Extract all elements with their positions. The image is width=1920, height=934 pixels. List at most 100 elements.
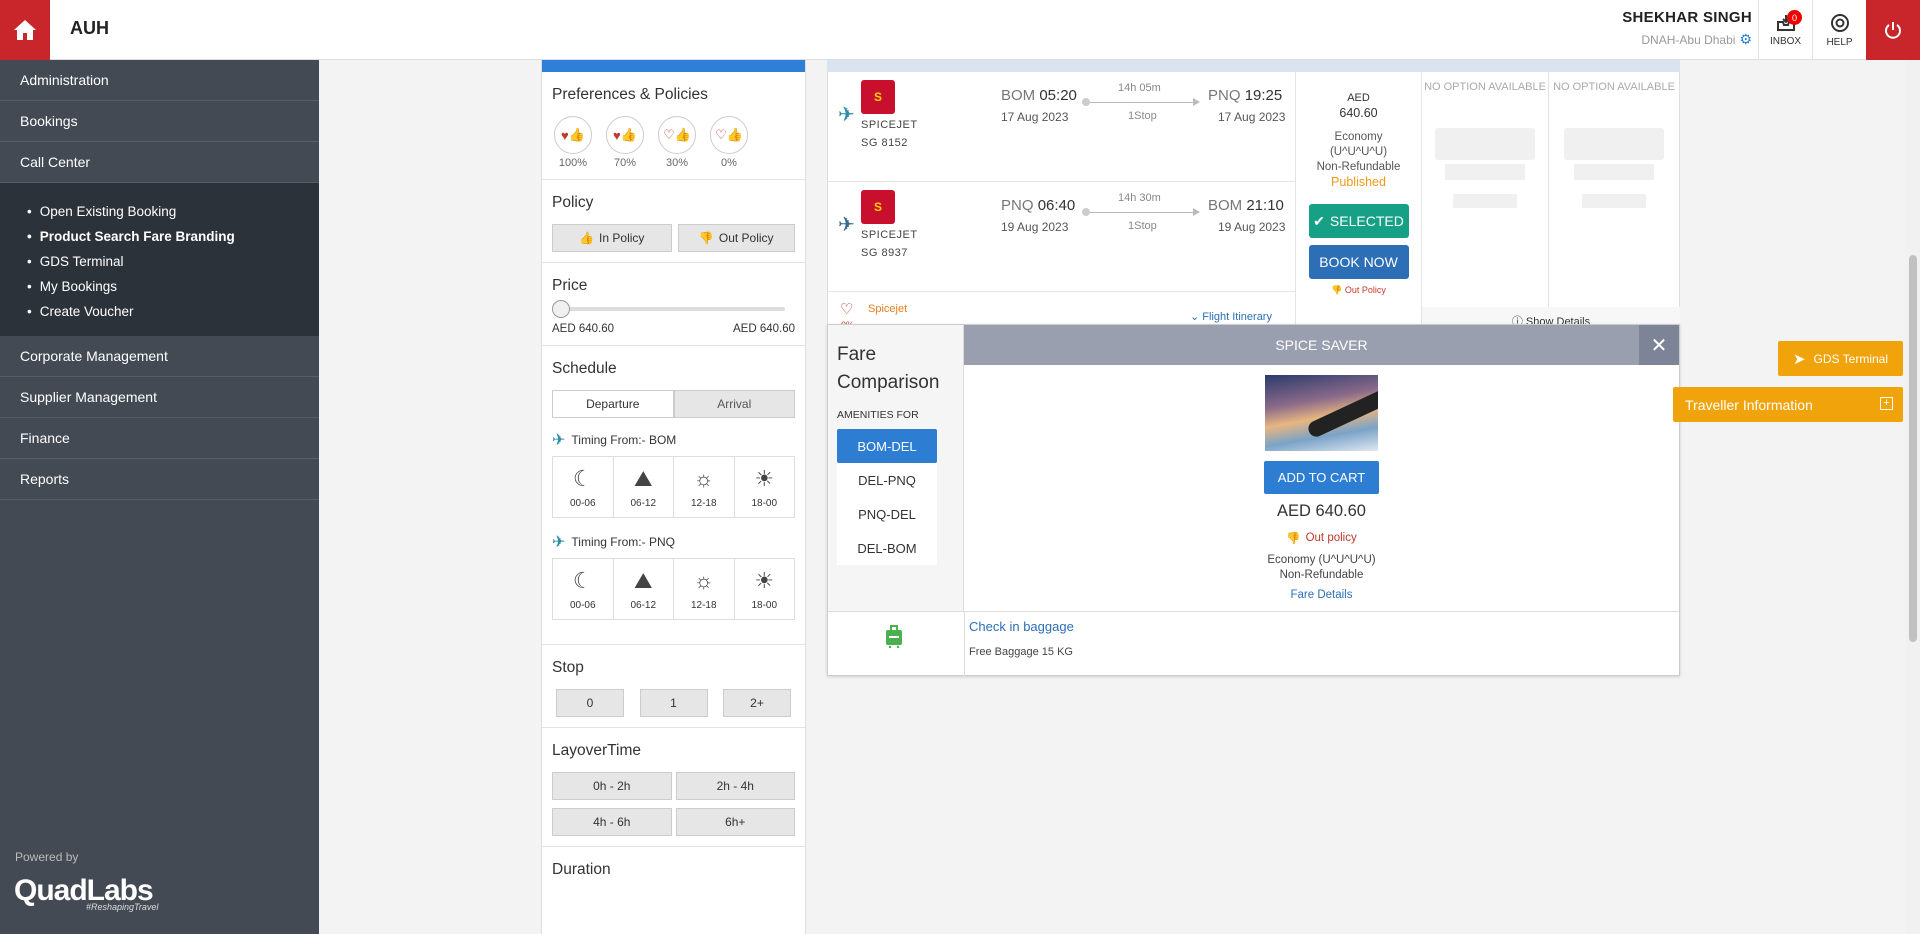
submenu-product-search-fare-branding[interactable]: Product Search Fare Branding (36, 224, 319, 249)
sidebar-item-supplier-management[interactable]: Supplier Management (0, 377, 319, 418)
heart-icon[interactable]: ♡ (840, 300, 853, 318)
submenu-my-bookings[interactable]: My Bookings (36, 274, 319, 299)
stops-label: 1Stop (1128, 110, 1157, 122)
price-slider-handle[interactable] (552, 300, 570, 318)
schedule-title: Schedule (552, 360, 617, 377)
fare-brand-name: SPICE SAVER (1275, 337, 1368, 353)
arrival-tab[interactable]: Arrival (673, 390, 795, 418)
close-icon: ✕ (1650, 334, 1668, 357)
flight-segment-outbound[interactable]: ✈ S SPICEJET SG 8152 BOM 05:20 17 Aug 20… (827, 72, 1295, 182)
submenu-open-existing-booking[interactable]: Open Existing Booking (36, 199, 319, 224)
placeholder-block (1445, 164, 1525, 180)
filter-panel: Preferences & Policies ♥ 👍 100% ♥ 👍 70% ♡ 👍 30… (541, 60, 806, 934)
help-label: HELP (1826, 36, 1853, 48)
pref-100[interactable]: ♥ 👍 100% (554, 116, 592, 169)
fare-brand-image (1265, 375, 1378, 451)
fare-details-link[interactable]: Fare Details (964, 589, 1679, 601)
gds-terminal-button[interactable]: ➤ GDS Terminal (1778, 341, 1903, 376)
stop-1-button[interactable]: 1 (639, 689, 708, 717)
slot-morning[interactable]: ⛰ 06-12 (614, 457, 674, 517)
thumbs-down-icon: 👎 (698, 231, 714, 245)
plane-icon: ✈ (552, 534, 566, 551)
time-slots-bom: ☾ 00-06 ⛰ 06-12 ☼ 12-18 ☀ 18-00 (552, 456, 795, 518)
slot-label: 00-06 (569, 599, 596, 611)
sidebar-item-bookings[interactable]: Bookings (0, 101, 319, 142)
sidebar-item-call-center[interactable]: Call Center (0, 142, 319, 183)
favorite-airline: Spicejet (868, 303, 908, 315)
slot-morning[interactable]: ⛰ 06-12 (614, 559, 674, 619)
sun-icon: ☼ (693, 567, 714, 593)
route-tab-del-pnq[interactable]: DEL-PNQ (837, 463, 937, 497)
home-button[interactable] (0, 0, 50, 60)
amenities-for-label: AMENITIES FOR (837, 409, 919, 421)
slot-afternoon[interactable]: ☼ 12-18 (674, 457, 735, 517)
layover-6plus-button[interactable]: 6h+ (675, 808, 795, 836)
powered-by-label: Powered by (15, 850, 79, 864)
flight-itinerary-link[interactable]: ⌄ Flight Itinerary (1190, 310, 1272, 323)
thumbs-down-icon: 👎 (1331, 285, 1343, 295)
pref-70[interactable]: ♥ 👍 70% (606, 116, 644, 169)
user-info[interactable]: SHEKHAR SINGH DNAH-Abu Dhabi ⚙ (1622, 9, 1752, 48)
submenu-create-voucher[interactable]: Create Voucher (36, 299, 319, 324)
fare-brand-refund: Non-Refundable (1279, 569, 1364, 581)
logout-button[interactable] (1866, 0, 1920, 60)
route-tab-pnq-del[interactable]: PNQ-DEL (837, 497, 937, 531)
sidebar: Administration Bookings Call Center Open… (0, 60, 319, 934)
price-slider[interactable] (552, 300, 785, 318)
in-policy-button[interactable]: 👍 In Policy (552, 224, 672, 252)
placeholder-block (1574, 164, 1654, 180)
schedule-section: Schedule Departure Arrival ✈ Timing From:… (542, 346, 805, 645)
inbox-button[interactable]: 0 INBOX (1758, 0, 1812, 60)
add-to-cart-button[interactable]: ADD TO CART (1264, 461, 1379, 494)
heart-thumb-icon: ♥ 👍 (606, 116, 644, 154)
close-button[interactable]: ✕ (1639, 325, 1679, 365)
pref-30[interactable]: ♡ 👍 30% (658, 116, 696, 169)
mountain-icon: ⛰ (634, 465, 653, 491)
book-now-button[interactable]: BOOK NOW (1308, 245, 1409, 279)
sidebar-item-reports[interactable]: Reports (0, 459, 319, 500)
pref-0[interactable]: ♡ 👍 0% (710, 116, 748, 169)
sidebar-item-finance[interactable]: Finance (0, 418, 319, 459)
route-tab-del-bom[interactable]: DEL-BOM (837, 531, 937, 565)
fare-option-column: AED 640.60 Economy (U^U^U^U) Non-Refunda… (1295, 72, 1422, 332)
departure-tab[interactable]: Departure (552, 390, 674, 418)
route-line (1082, 98, 1200, 106)
scrollbar-thumb[interactable] (1909, 255, 1917, 642)
traveller-information-label: Traveller Information (1685, 396, 1813, 413)
route-tab-bom-del[interactable]: BOM-DEL (837, 429, 937, 463)
slot-afternoon[interactable]: ☼ 12-18 (674, 559, 735, 619)
gear-icon[interactable]: ⚙ (1739, 31, 1752, 48)
sidebar-item-administration[interactable]: Administration (0, 60, 319, 101)
slot-night[interactable]: ☾ 00-06 (553, 559, 614, 619)
slot-evening[interactable]: ☀ 18-00 (735, 559, 795, 619)
lifebuoy-icon (1830, 13, 1849, 32)
stop-2plus-button[interactable]: 2+ (723, 689, 791, 717)
moon-icon: ☾ (572, 567, 593, 593)
stop-0-button[interactable]: 0 (556, 689, 624, 717)
spicejet-logo: S (861, 80, 895, 114)
selected-button[interactable]: ✔ SELECTED (1308, 204, 1409, 238)
thumbs-down-icon: 👎 (1286, 533, 1301, 545)
layover-4-6-button[interactable]: 4h - 6h (552, 808, 672, 836)
sidebar-item-corporate-management[interactable]: Corporate Management (0, 336, 319, 377)
power-icon (1885, 22, 1901, 39)
page-scrollbar[interactable] (1906, 60, 1920, 934)
layover-0-2-button[interactable]: 0h - 2h (552, 772, 672, 800)
fare-basis: (U^U^U^U) (1329, 146, 1388, 158)
baggage-text: Free Baggage 15 KG (969, 646, 1073, 658)
out-policy-button[interactable]: 👎 Out Policy (677, 224, 795, 252)
flight-segment-return[interactable]: ✈ S SPICEJET SG 8937 PNQ 06:40 19 Aug 20… (827, 182, 1295, 292)
page-title: AUH (70, 18, 109, 38)
luggage-icon (886, 625, 902, 648)
slot-night[interactable]: ☾ 00-06 (553, 457, 614, 517)
arrival-info: PNQ 19:25 (1208, 87, 1282, 104)
inbox-count-badge: 0 (1787, 10, 1802, 25)
out-policy-indicator: 👎 Out policy (964, 531, 1679, 545)
timing-from-pnq: Timing From:- PNQ (571, 535, 675, 549)
traveller-information-button[interactable]: Traveller Information + (1673, 387, 1903, 422)
submenu-gds-terminal[interactable]: GDS Terminal (36, 249, 319, 274)
slot-evening[interactable]: ☀ 18-00 (735, 457, 795, 517)
sunset-icon: ☀ (754, 567, 775, 593)
layover-2-4-button[interactable]: 2h - 4h (675, 772, 795, 800)
help-button[interactable]: HELP (1812, 0, 1866, 60)
